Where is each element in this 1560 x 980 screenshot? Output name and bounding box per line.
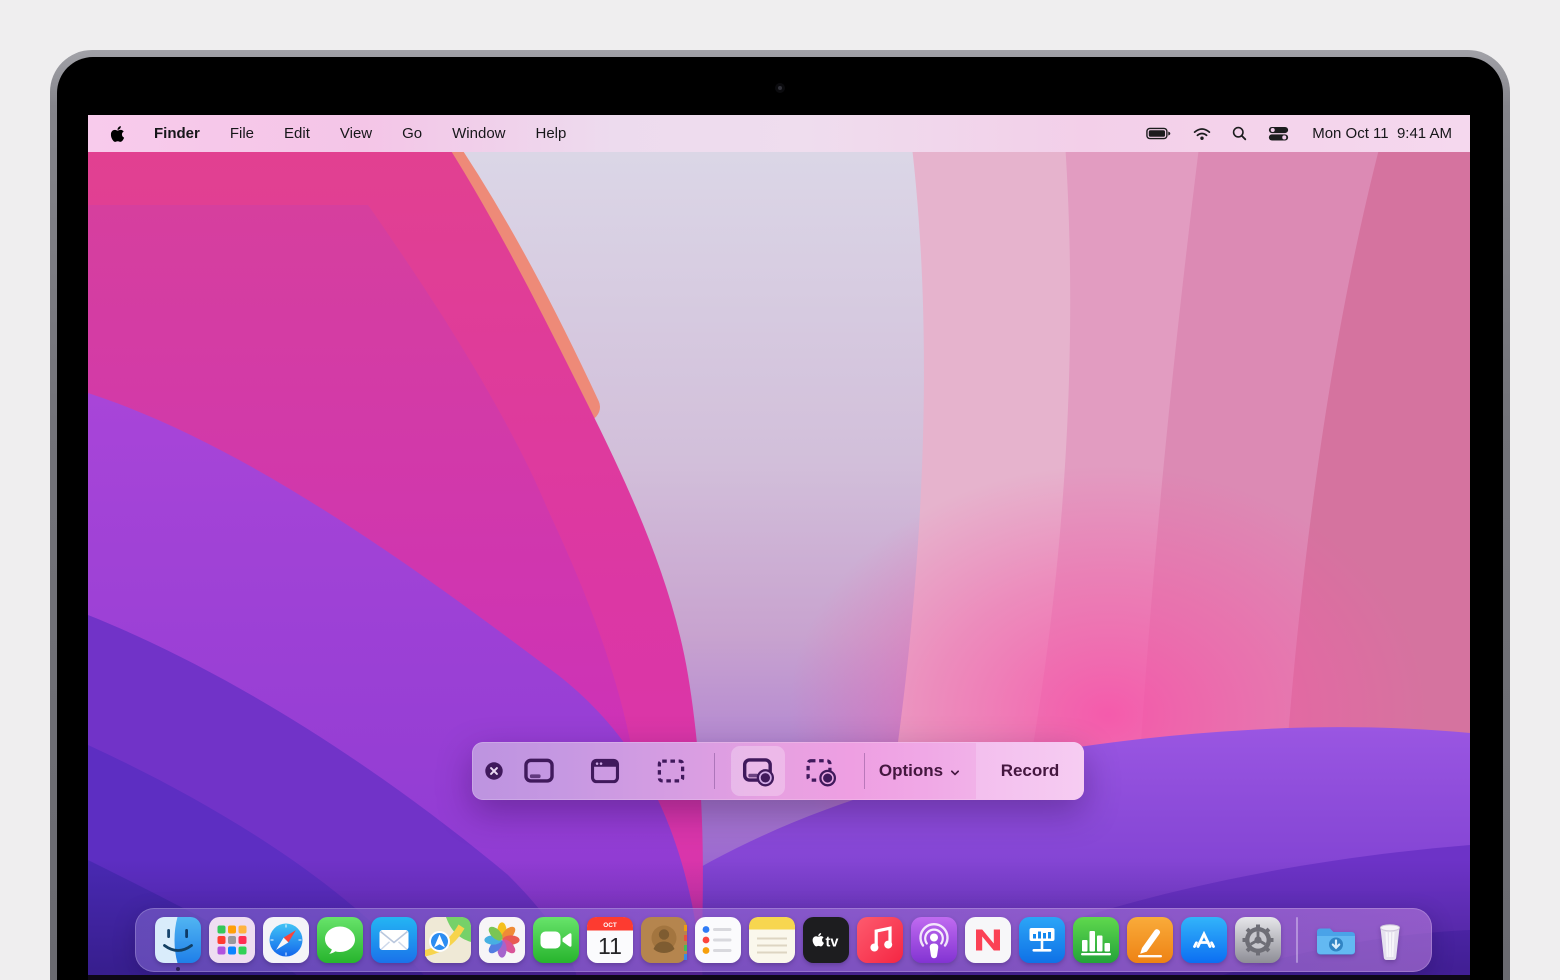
dock-facetime-icon[interactable] [533,917,579,963]
dock-system-preferences-icon[interactable] [1235,917,1281,963]
dock-maps-icon[interactable] [425,917,471,963]
record-tool-group [731,746,847,796]
screen-bezel: Finder File Edit View Go Window Help Mon Oct 1… [57,57,1503,980]
menu-bar-clock[interactable]: Mon Oct 11 9:41 AM [1312,125,1452,142]
dock-safari-icon[interactable] [263,917,309,963]
dock-calendar-icon[interactable] [587,917,633,963]
menu-go[interactable]: Go [402,125,422,142]
options-button[interactable]: Options [865,742,976,800]
dock-messages-icon[interactable] [317,917,363,963]
battery-icon[interactable] [1146,127,1172,140]
dock-mail-icon[interactable] [371,917,417,963]
dock-separator [1296,917,1298,963]
menu-bar: Finder File Edit View Go Window Help Mon Oct 1… [88,115,1470,152]
capture-tool-group [516,746,694,796]
dock-reminders-icon[interactable] [695,917,741,963]
record-label: Record [1001,761,1060,781]
dock-contacts-icon[interactable] [641,917,687,963]
screen-bottom-edge [88,975,1470,980]
menu-help[interactable]: Help [536,125,567,142]
desktop-screen: Finder File Edit View Go Window Help Mon Oct 1… [88,115,1470,980]
webcam-icon [775,83,785,93]
capture-entire-screen-icon[interactable] [516,746,562,796]
apple-menu[interactable] [110,125,125,143]
search-icon[interactable] [1232,126,1247,141]
control-center-icon[interactable] [1268,126,1289,141]
menu-window[interactable]: Window [452,125,505,142]
dock-trash-icon[interactable] [1367,917,1413,963]
chevron-down-icon [948,766,962,780]
menu-edit[interactable]: Edit [284,125,310,142]
wifi-icon[interactable] [1193,127,1211,141]
dock-keynote-icon[interactable] [1019,917,1065,963]
dock-pages-icon[interactable] [1127,917,1173,963]
dock [135,908,1432,972]
dock-podcasts-icon[interactable] [911,917,957,963]
menu-finder[interactable]: Finder [154,125,200,142]
monterey-wallpaper [88,115,1470,980]
record-selected-portion-icon[interactable] [793,746,847,796]
dock-photos-icon[interactable] [479,917,525,963]
menu-view[interactable]: View [340,125,372,142]
dock-app-store-icon[interactable] [1181,917,1227,963]
dock-notes-icon[interactable] [749,917,795,963]
capture-selected-portion-icon[interactable] [648,746,694,796]
dock-apple-tv-icon[interactable] [803,917,849,963]
options-label: Options [879,761,943,781]
toolbar-divider [714,753,715,789]
menu-file[interactable]: File [230,125,254,142]
dock-music-icon[interactable] [857,917,903,963]
dock-finder-icon[interactable] [155,917,201,963]
dock-launchpad-icon[interactable] [209,917,255,963]
close-icon[interactable] [482,759,506,783]
app-menus: Finder File Edit View Go Window Help [154,125,566,142]
dock-numbers-icon[interactable] [1073,917,1119,963]
screenshot-toolbar: Options Record [472,742,1084,800]
capture-selected-window-icon[interactable] [582,746,628,796]
dock-downloads-folder-icon[interactable] [1313,917,1359,963]
status-bar: Mon Oct 11 9:41 AM [1146,125,1452,142]
dock-news-icon[interactable] [965,917,1011,963]
record-button[interactable]: Record [976,742,1084,800]
status-icons [1146,126,1289,141]
macbook-frame: Finder File Edit View Go Window Help Mon Oct 1… [50,50,1510,980]
record-entire-screen-icon[interactable] [731,746,785,796]
